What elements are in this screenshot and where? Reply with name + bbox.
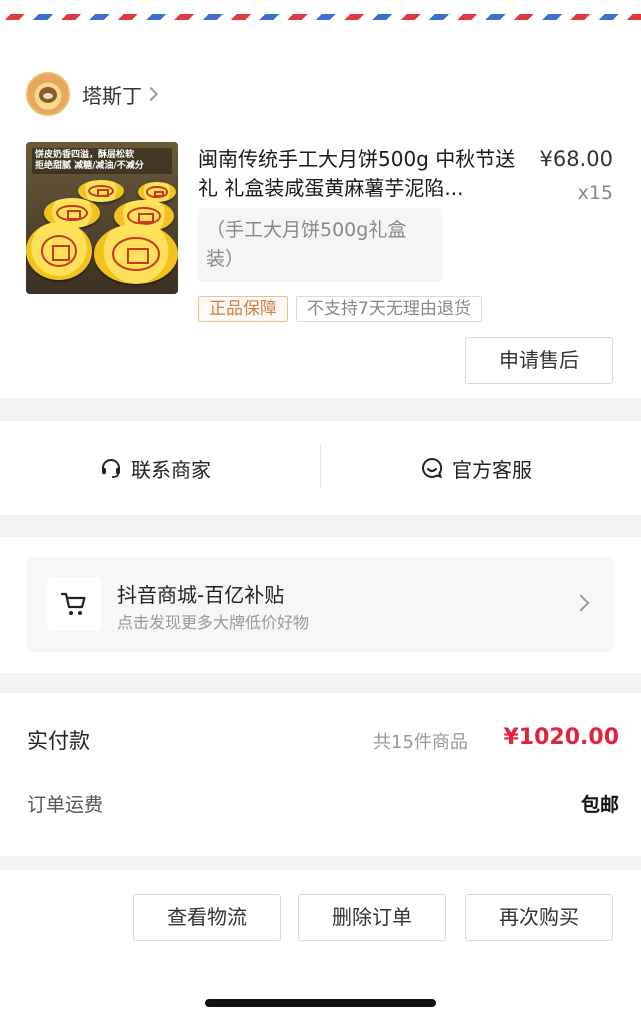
product-spec: （手工大月饼500g礼盒装） — [198, 208, 442, 282]
official-service-button[interactable]: 官方客服 — [420, 450, 532, 486]
chevron-right-icon — [143, 86, 159, 102]
mall-subsidy-banner[interactable]: 抖音商城-百亿补贴 点击发现更多大牌低价好物 — [27, 557, 615, 652]
paid-amount-total: ¥1020.00 — [503, 725, 619, 750]
store-header[interactable]: 塔斯丁 — [26, 72, 159, 116]
cart-icon-box — [47, 577, 101, 631]
item-count: 共15件商品 — [373, 732, 468, 753]
contact-merchant-label: 联系商家 — [131, 457, 211, 482]
store-avatar — [26, 72, 70, 116]
shipping-fee-value: 包邮 — [580, 794, 619, 816]
view-logistics-button[interactable]: 查看物流 — [133, 894, 281, 941]
product-title[interactable]: 闽南传统手工大月饼500g 中秋节送礼 礼盒装咸蛋黄麻薯芋泥陷... — [198, 145, 530, 203]
product-image[interactable]: 饼皮奶香四溢，酥层松软 拒绝甜腻 减糖/减油/不减分 — [26, 142, 178, 294]
chevron-right-icon — [572, 594, 590, 612]
headset-icon — [102, 459, 120, 478]
genuine-guarantee-tag: 正品保障 — [198, 296, 288, 322]
product-price: ¥68.00 — [539, 147, 613, 171]
service-chat-icon — [422, 457, 443, 479]
paid-amount-label: 实付款 — [27, 729, 90, 753]
official-service-label: 官方客服 — [452, 457, 532, 482]
shipping-fee-label: 订单运费 — [27, 794, 104, 816]
after-sale-button[interactable]: 申请售后 — [465, 337, 613, 384]
product-tags: 正品保障 不支持7天无理由退货 — [198, 296, 482, 322]
promo-title: 抖音商城-百亿补贴 — [117, 583, 285, 607]
contact-divider — [320, 445, 321, 489]
product-quantity: x15 — [577, 182, 613, 204]
airmail-border — [0, 0, 641, 20]
promo-subtitle: 点击发现更多大牌低价好物 — [117, 613, 310, 632]
home-indicator[interactable] — [205, 999, 436, 1007]
product-image-caption: 饼皮奶香四溢，酥层松软 拒绝甜腻 减糖/减油/不减分 — [32, 148, 172, 174]
bottom-action-bar — [0, 870, 641, 1020]
payment-card — [0, 693, 641, 856]
delete-order-button[interactable]: 删除订单 — [298, 894, 446, 941]
no-return-tag: 不支持7天无理由退货 — [296, 296, 482, 322]
buy-again-button[interactable]: 再次购买 — [465, 894, 613, 941]
shopping-cart-icon — [60, 592, 86, 615]
store-name: 塔斯丁 — [82, 83, 142, 108]
contact-merchant-button[interactable]: 联系商家 — [99, 450, 211, 486]
